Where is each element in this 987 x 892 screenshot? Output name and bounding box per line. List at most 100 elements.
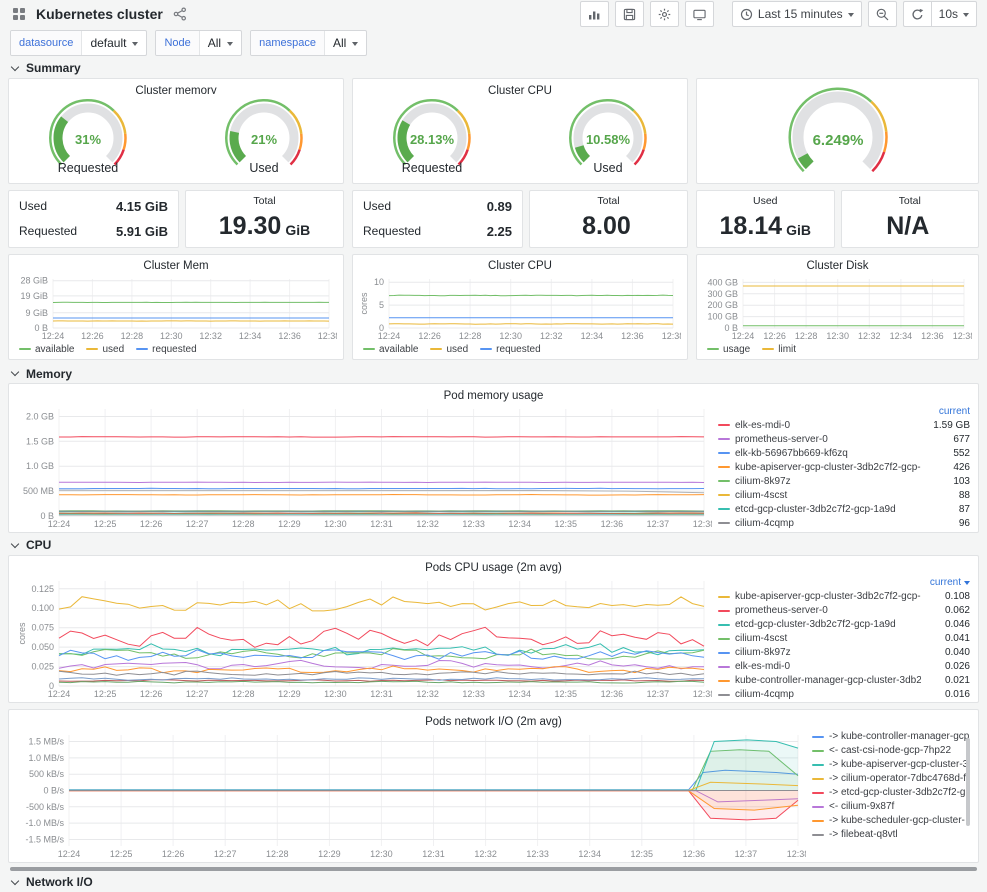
variable-value: All [207, 36, 222, 51]
svg-text:12:30: 12:30 [826, 331, 849, 341]
series-current-value: 0.041 [944, 633, 970, 645]
legend-item[interactable]: prometheus-server-0 677 [718, 432, 970, 446]
dashboard-title[interactable]: Kubernetes cluster [36, 6, 163, 22]
panel-title[interactable]: Pods network I/O (2m avg) [17, 714, 970, 730]
legend-item[interactable]: etcd-gcp-cluster-3db2c7f2-gcp-1a9d 0.046 [718, 618, 970, 632]
variable-value-dropdown[interactable]: All [198, 31, 241, 56]
summary-grid: Cluster memory 31% Requested 21% Used Used… [0, 77, 987, 360]
panel-cluster-memory: Cluster memory 31% Requested 21% Used [8, 77, 344, 184]
cycle-view-mode-button[interactable] [684, 1, 714, 28]
legend-item[interactable]: requested [480, 344, 541, 355]
panel-title[interactable]: Total [899, 195, 921, 208]
legend-item[interactable]: -> kube-apiserver-gcp-cluster-3 [812, 758, 970, 772]
cluster-disk-timeseries[interactable]: 400 GB 300 GB 200 GB 100 GB 0 B 12:24 12:26 12:… [703, 274, 975, 342]
series-color-marker [718, 609, 730, 612]
series-name: kube-apiserver-gcp-cluster-3db2c7f2-gcp-… [735, 591, 921, 603]
zoom-out-time-button[interactable] [867, 1, 897, 28]
storage-usage-gauge: 6.249% [723, 83, 953, 184]
panel-title[interactable]: Cluster Disk [703, 258, 972, 274]
chevron-down-icon [10, 367, 20, 377]
series-color-marker [718, 452, 730, 455]
panel-title[interactable]: Total [597, 195, 619, 208]
legend-item[interactable]: cilium-8k97z 0.040 [718, 646, 970, 660]
legend-sort-header[interactable]: current [930, 577, 961, 588]
legend-item[interactable]: limit [762, 344, 796, 355]
share-dashboard-icon[interactable] [171, 5, 189, 23]
svg-text:12:33: 12:33 [462, 689, 485, 699]
svg-text:12:34: 12:34 [581, 331, 604, 341]
pods-cpu-timeseries[interactable]: 0.125 0.100 0.075 0.050 0.025 0 12:24 12:25 12:2… [17, 576, 715, 700]
legend-item[interactable]: available [363, 344, 418, 355]
pod-memory-timeseries[interactable]: 2.0 GB 1.5 GB 1.0 GB 500 MB 0 B 12:24 12:25 12:… [17, 404, 715, 530]
svg-text:12:28: 12:28 [459, 331, 482, 341]
add-panel-button[interactable] [579, 1, 609, 28]
cluster-mem-timeseries[interactable]: 28 GiB 19 GiB 9 GiB 0 B 12:24 12:26 12:28 12:30… [15, 274, 340, 342]
pods-network-timeseries[interactable]: 1.5 MB/s 1.0 MB/s 500 kB/s 0 B/s -500 kB/s -1… [17, 730, 809, 860]
section-header-network-io[interactable]: Network I/O [0, 873, 987, 892]
section-header-summary[interactable]: Summary [0, 58, 987, 78]
panel-title[interactable]: Cluster CPU [359, 258, 681, 274]
legend-item[interactable]: -> filebeat-q8vtl [812, 828, 970, 842]
legend-item[interactable]: <- cilium-9x87f [812, 800, 970, 814]
legend-item[interactable]: cilium-8k97z 103 [718, 474, 970, 488]
panel-title[interactable]: Pod memory usage [17, 388, 970, 404]
legend-item[interactable]: -> cilium-operator-7dbc4768d-f [812, 772, 970, 786]
legend-item[interactable]: prometheus-server-0 0.062 [718, 604, 970, 618]
legend-item[interactable]: -> kube-scheduler-gcp-cluster- [812, 814, 970, 828]
legend-item[interactable]: used [430, 344, 468, 355]
cluster-cpu-timeseries[interactable]: 10 5 0 12:24 12:26 12:28 12:30 12:32 12:34 12:36 1… [359, 274, 684, 342]
refresh-interval-label: 10s [938, 7, 958, 22]
svg-text:12:26: 12:26 [418, 331, 441, 341]
section-header-memory[interactable]: Memory [0, 364, 987, 384]
time-range-picker[interactable]: Last 15 minutes [731, 1, 862, 28]
series-color-marker [812, 763, 824, 766]
legend-item[interactable]: etcd-gcp-cluster-3db2c7f2-gcp-1a9d 87 [718, 502, 970, 516]
legend-item[interactable]: requested [136, 344, 197, 355]
svg-text:12:30: 12:30 [324, 689, 347, 699]
svg-text:12:24: 12:24 [48, 689, 71, 699]
variable-value-dropdown[interactable]: All [323, 31, 366, 56]
legend-item[interactable]: -> kube-controller-manager-gcp [812, 730, 970, 744]
panel-pods-cpu-usage: Pods CPU usage (2m avg) 0.125 0.100 0.075 0… [8, 554, 979, 703]
chevron-down-icon [10, 539, 20, 548]
legend-item[interactable]: -> etcd-gcp-cluster-3db2c7f2-g [812, 786, 970, 800]
legend-item[interactable]: elk-kb-56967bb669-kf6zq 552 [718, 446, 970, 460]
section-header-cpu[interactable]: CPU [0, 535, 987, 555]
svg-text:12:25: 12:25 [94, 689, 117, 699]
dashboard-settings-button[interactable] [649, 1, 679, 28]
save-dashboard-button[interactable] [614, 1, 644, 28]
legend-item[interactable]: usage [707, 344, 750, 355]
panel-title[interactable]: Used [753, 195, 778, 208]
panel-title[interactable]: Total [253, 195, 275, 208]
legend-item[interactable]: cilium-4scst 0.041 [718, 632, 970, 646]
refresh-interval-dropdown[interactable]: 10s [930, 1, 977, 28]
legend-item[interactable]: kube-apiserver-gcp-cluster-3db2c7f2-gcp-… [718, 460, 970, 474]
legend-item[interactable]: kube-apiserver-gcp-cluster-3db2c7f2-gcp-… [718, 590, 970, 604]
panel-memory-used-requested: Used 4.15 GiB Requested 5.91 GiB [8, 189, 179, 248]
dashboards-grid-icon[interactable] [10, 5, 28, 23]
panel-title[interactable]: Pods CPU usage (2m avg) [17, 560, 970, 576]
panel-title[interactable]: Cluster Mem [15, 258, 337, 274]
stat-big-value: 8.00 [582, 211, 631, 240]
panel-title[interactable]: Cluster CPU [357, 83, 683, 94]
svg-text:12:26: 12:26 [81, 331, 104, 341]
legend-sort-header[interactable]: current [939, 406, 970, 417]
svg-text:-500 kB/s: -500 kB/s [26, 802, 65, 812]
legend-item[interactable]: <- cast-csi-node-gcp-7hp22 [812, 744, 970, 758]
legend-item[interactable]: elk-es-mdi-0 0.026 [718, 660, 970, 674]
variable-value-dropdown[interactable]: default [81, 31, 146, 56]
svg-text:12:36: 12:36 [278, 331, 301, 341]
legend-item[interactable]: elk-es-mdi-0 1.59 GB [718, 418, 970, 432]
horizontal-scrollbar[interactable] [10, 866, 977, 871]
legend-item[interactable]: cilium-4cqmp 0.016 [718, 688, 970, 700]
legend-item[interactable]: cilium-4scst 88 [718, 488, 970, 502]
legend-item[interactable]: used [86, 344, 124, 355]
panel-memory-total: Total 19.30 GiB [185, 189, 344, 248]
legend-item[interactable]: kube-controller-manager-gcp-cluster-3db2… [718, 674, 970, 688]
legend-scrollbar[interactable] [966, 737, 970, 827]
legend-item[interactable]: cilium-4cqmp 96 [718, 516, 970, 530]
legend-item[interactable]: available [19, 344, 74, 355]
chart-legend: available used requested [15, 342, 337, 357]
refresh-button[interactable] [902, 1, 931, 28]
panel-title[interactable]: Cluster memory [13, 83, 339, 94]
